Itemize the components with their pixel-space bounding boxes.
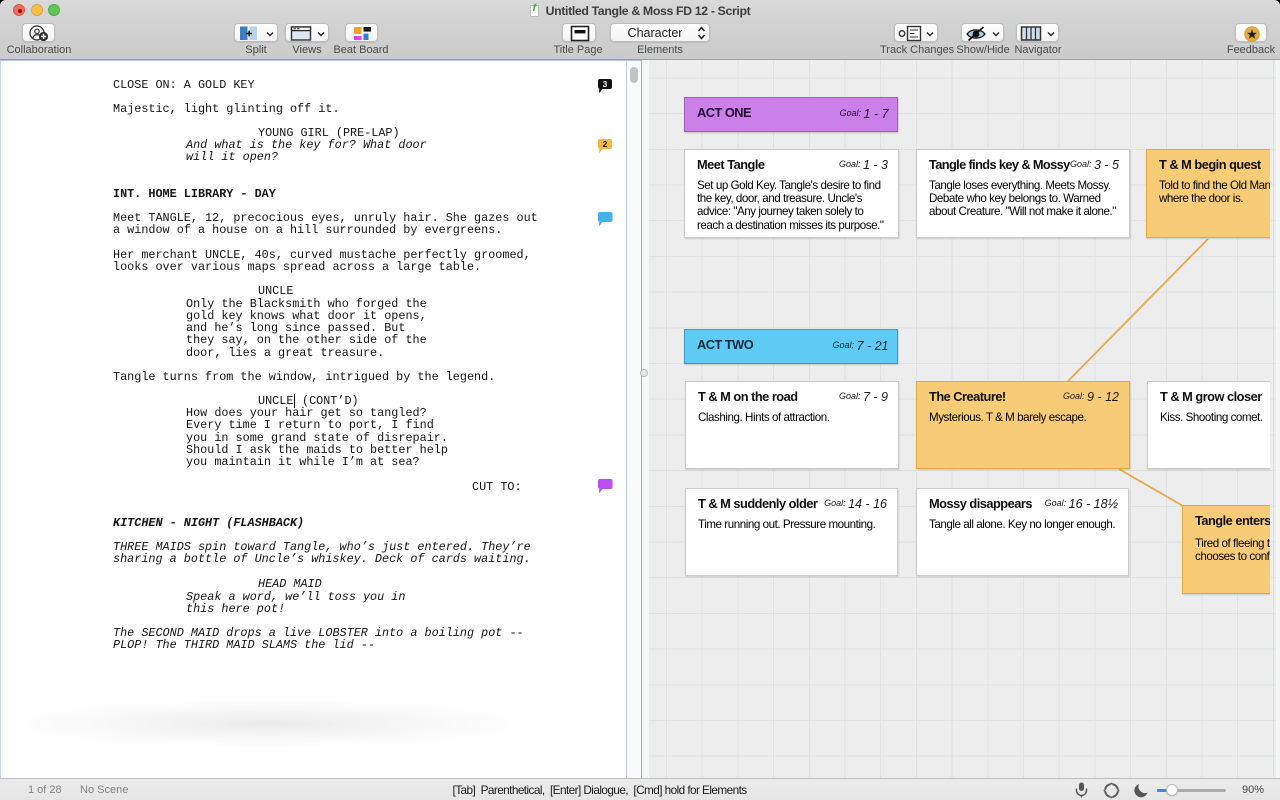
svg-text:2: 2	[603, 139, 608, 149]
svg-text:3: 3	[603, 79, 608, 89]
